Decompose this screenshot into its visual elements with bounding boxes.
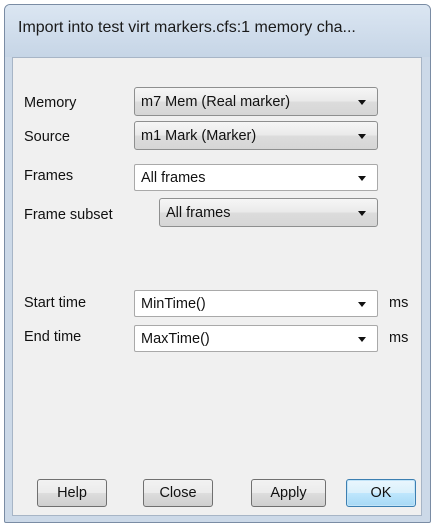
end-time-combo[interactable]: MaxTime() [134, 325, 378, 352]
apply-button[interactable]: Apply [251, 479, 326, 507]
frames-combo[interactable]: All frames [134, 164, 378, 191]
frames-label: Frames [24, 168, 74, 184]
chevron-down-icon [358, 337, 366, 342]
end-time-label: End time [24, 329, 82, 345]
start-time-label: Start time [24, 295, 87, 311]
chevron-down-icon [358, 134, 366, 139]
ok-button[interactable]: OK [346, 479, 416, 507]
dialog-client-area: Memory m7 Mem (Real marker) Source m1 Ma… [12, 57, 422, 516]
chevron-down-icon [358, 302, 366, 307]
source-select-value: m1 Mark (Marker) [141, 128, 257, 144]
frame-subset-select-value: All frames [166, 205, 231, 221]
source-select[interactable]: m1 Mark (Marker) [134, 121, 378, 150]
close-button[interactable]: Close [143, 479, 213, 507]
memory-select[interactable]: m7 Mem (Real marker) [134, 87, 378, 116]
frames-combo-value: All frames [141, 170, 206, 186]
frame-subset-label: Frame subset [24, 207, 113, 223]
dialog-window: Import into test virt markers.cfs:1 memo… [4, 4, 431, 523]
help-button[interactable]: Help [37, 479, 107, 507]
memory-select-value: m7 Mem (Real marker) [141, 94, 291, 110]
memory-label: Memory [24, 95, 77, 111]
chevron-down-icon [358, 176, 366, 181]
chevron-down-icon [358, 211, 366, 216]
frame-subset-select[interactable]: All frames [159, 198, 378, 227]
chevron-down-icon [358, 100, 366, 105]
end-time-value: MaxTime() [141, 331, 210, 347]
start-time-unit: ms [389, 295, 409, 311]
start-time-combo[interactable]: MinTime() [134, 290, 378, 317]
window-title: Import into test virt markers.cfs:1 memo… [18, 19, 356, 36]
source-label: Source [24, 129, 70, 145]
end-time-unit: ms [389, 330, 409, 346]
title-bar[interactable]: Import into test virt markers.cfs:1 memo… [5, 5, 430, 57]
start-time-value: MinTime() [141, 296, 206, 312]
